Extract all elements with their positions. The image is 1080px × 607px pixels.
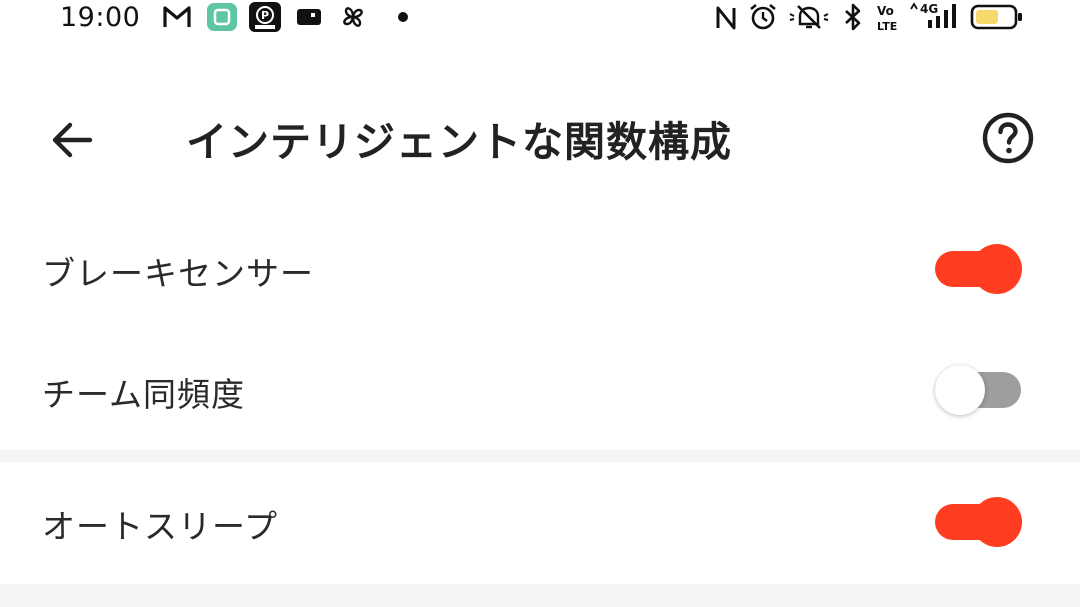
- network-type-text: 4G: [920, 2, 938, 16]
- svg-text:P: P: [261, 9, 269, 22]
- arrow-left-icon: [52, 122, 93, 158]
- status-bar: 19:00 P Vo LTE 4G: [0, 0, 1080, 38]
- auto-sleep-toggle[interactable]: [935, 497, 1023, 547]
- nfc-icon: [716, 6, 736, 30]
- volte-bottom-text: LTE: [877, 20, 897, 32]
- setting-label: オートスリープ: [42, 507, 279, 546]
- toggle-knob: [972, 244, 1022, 294]
- fan-icon: [343, 7, 363, 27]
- setting-row-brake-sensor[interactable]: ブレーキセンサー: [0, 209, 1080, 329]
- toggle-knob: [935, 365, 985, 415]
- app-notification-icon: [207, 3, 237, 31]
- app-header: インテリジェントな関数構成: [0, 90, 1080, 190]
- alarm-icon: [750, 3, 776, 30]
- card-icon: [297, 9, 321, 25]
- mute-icon: [789, 5, 829, 29]
- toggle-knob: [972, 497, 1022, 547]
- bluetooth-icon: [845, 3, 861, 31]
- setting-label: ブレーキセンサー: [42, 254, 314, 293]
- question-circle-icon: [982, 112, 1034, 164]
- back-button[interactable]: [44, 112, 100, 168]
- brake-sensor-toggle[interactable]: [935, 244, 1023, 294]
- setting-label: チーム同頻度: [42, 375, 246, 414]
- setting-row-team-sync[interactable]: チーム同頻度: [0, 330, 1080, 450]
- status-time: 19:00: [60, 2, 141, 33]
- page-title: インテリジェントな関数構成: [186, 118, 732, 166]
- setting-row-auto-sleep[interactable]: オートスリープ: [0, 462, 1080, 582]
- help-button[interactable]: [980, 110, 1036, 166]
- volte-top-text: Vo: [877, 4, 894, 18]
- team-sync-toggle[interactable]: [935, 365, 1023, 415]
- volte-icon: Vo LTE: [877, 4, 897, 32]
- signal-icon: 4G: [910, 2, 956, 28]
- dot-icon: [398, 12, 408, 22]
- battery-icon: [970, 4, 1022, 30]
- section-divider: [0, 450, 1080, 462]
- parking-club-icon: P: [249, 2, 281, 32]
- section-divider: [0, 584, 1080, 607]
- gmail-icon: [163, 6, 191, 27]
